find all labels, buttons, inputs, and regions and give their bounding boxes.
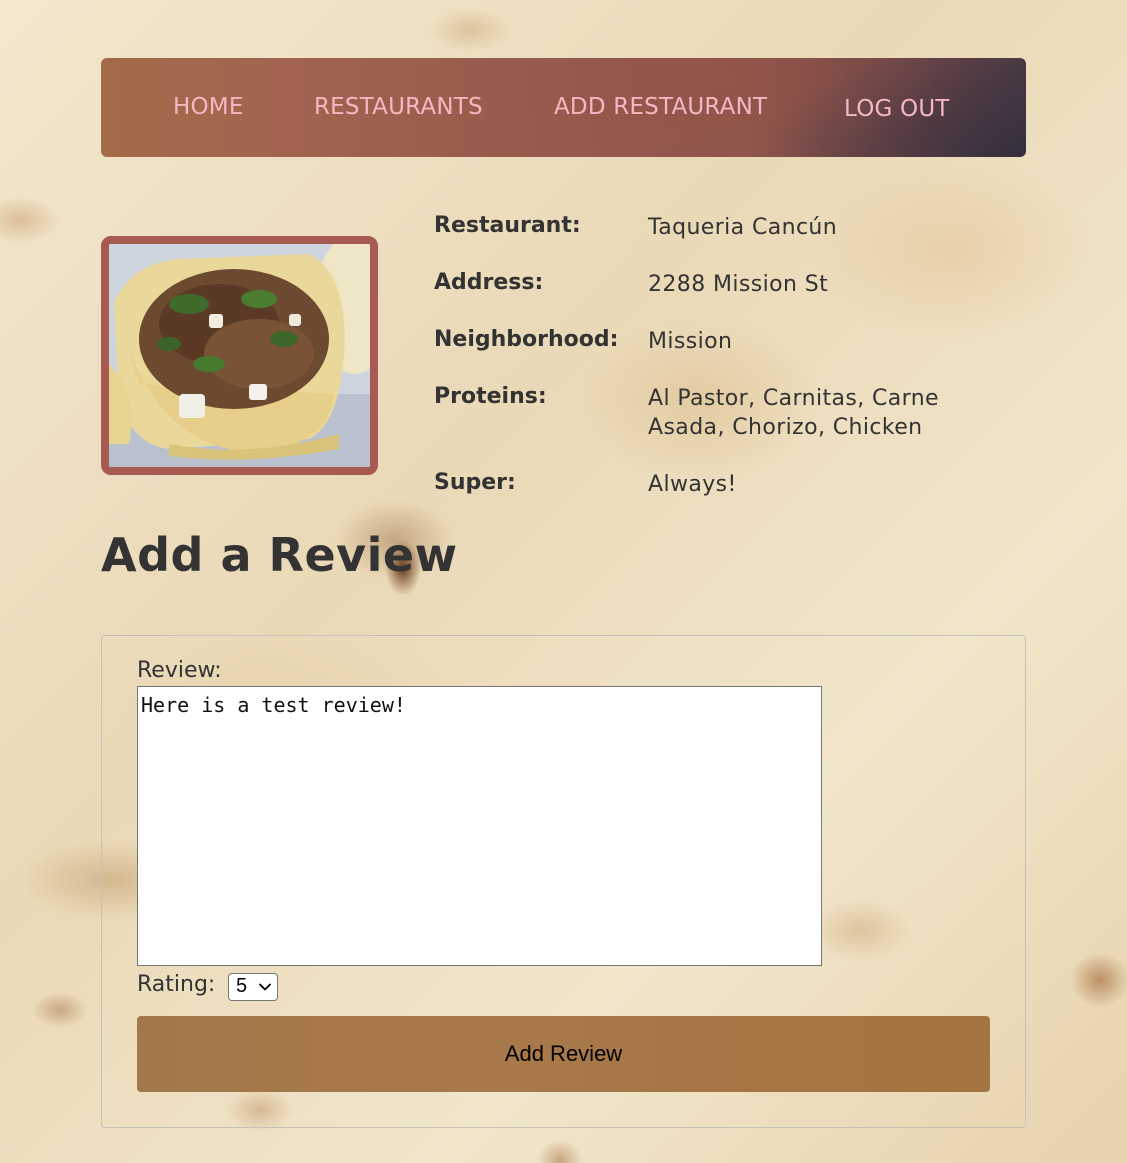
restaurant-name-label: Restaurant: [434,213,581,238]
super-label: Super: [434,470,516,495]
nav-log-out-link[interactable]: LOG OUT [844,96,950,122]
address-value: 2288 Mission St [648,272,829,297]
review-form: Review: Here is a test review! Rating: 5… [101,635,1026,1128]
proteins-value: Al Pastor, Carnitas, Carne Asada, Choriz… [648,384,939,442]
taco-image [109,244,370,467]
nav-home-link[interactable]: HOME [173,94,244,120]
super-value: Always! [648,472,737,497]
address-label: Address: [434,270,544,295]
add-review-button[interactable]: Add Review [137,1016,990,1092]
rating-label: Rating: [137,972,216,997]
add-review-heading: Add a Review [101,528,458,582]
proteins-line-1: Al Pastor, Carnitas, Carne [648,386,939,411]
neighborhood-value: Mission [648,329,733,354]
proteins-label: Proteins: [434,384,547,409]
top-nav: HOME RESTAURANTS ADD RESTAURANT LOG OUT [101,58,1026,157]
nav-restaurants-link[interactable]: RESTAURANTS [314,94,483,120]
neighborhood-label: Neighborhood: [434,327,619,352]
proteins-line-2: Asada, Chorizo, Chicken [648,415,923,440]
rating-select-value: 5 [236,975,248,997]
review-label: Review: [137,658,222,683]
chevron-down-icon [259,983,271,991]
restaurant-photo [101,236,378,475]
restaurant-name-value: Taqueria Cancún [648,215,838,240]
nav-add-restaurant-link[interactable]: ADD RESTAURANT [554,94,767,120]
review-textarea[interactable]: Here is a test review! [137,686,822,966]
rating-select[interactable]: 5 [228,973,278,1001]
